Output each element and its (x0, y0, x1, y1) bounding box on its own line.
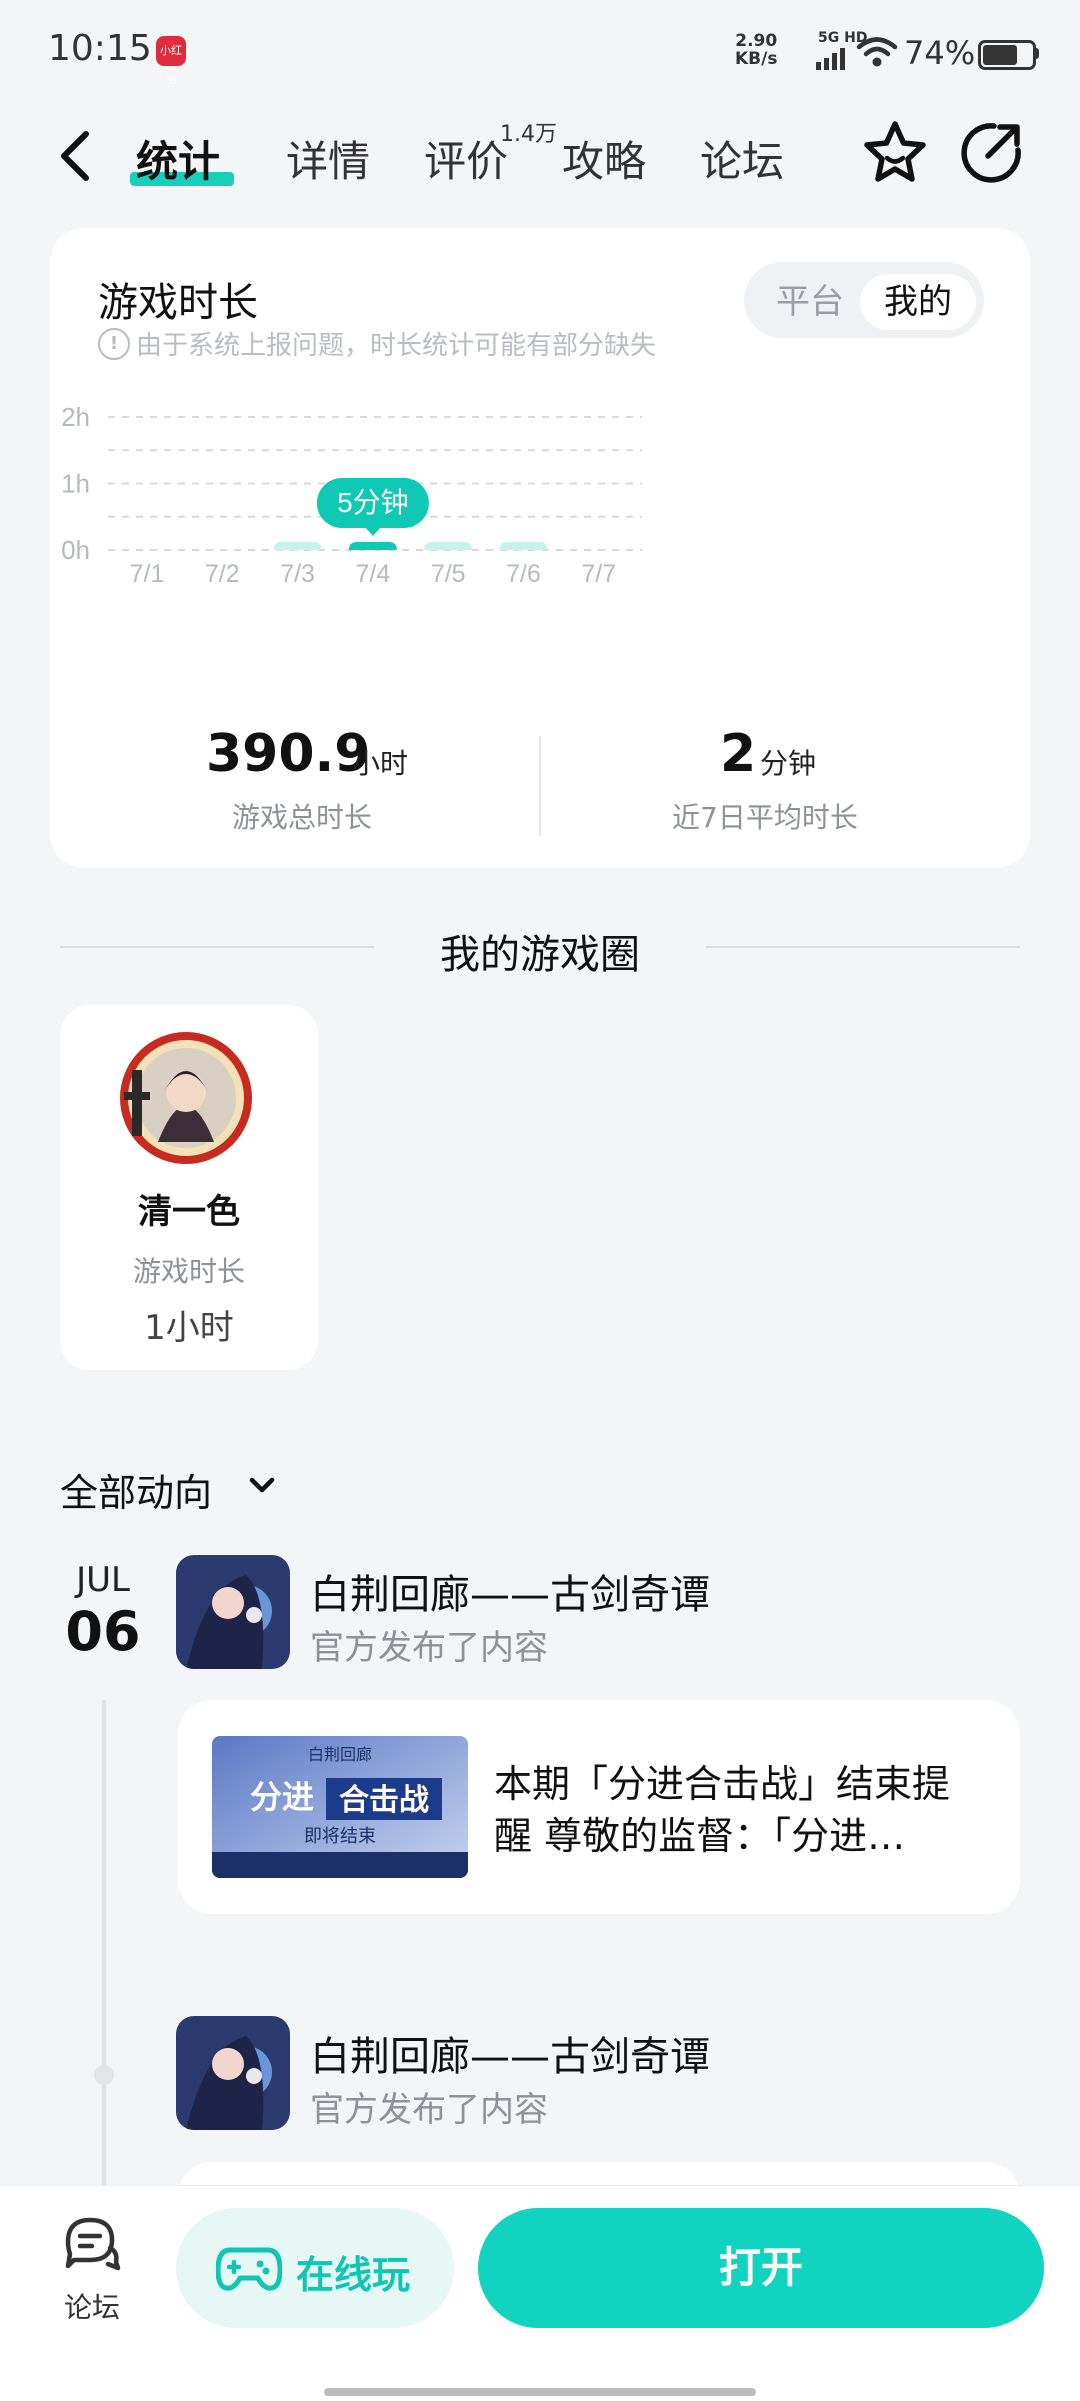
toggle-platform[interactable]: 平台 (760, 274, 860, 330)
thumb-subtitle: 即将结束 (304, 1826, 376, 1846)
feed-item-title[interactable]: 白荆回廊——古剑奇谭 (310, 2024, 710, 2082)
forum-label[interactable]: 论坛 (40, 2286, 144, 2326)
total-playtime-label: 游戏总时长 (232, 801, 373, 834)
thumb-title-b: 合击战 (339, 1783, 429, 1817)
avg-playtime-label: 近7日平均时长 (672, 801, 858, 834)
chart-bar (424, 542, 473, 550)
info-icon: ! (98, 328, 130, 360)
x-tick-label: 7/1 (130, 560, 165, 588)
status-time: 10:15 (48, 28, 152, 69)
game-circle-value: 1小时 (144, 1308, 234, 1348)
battery-tip (1034, 48, 1039, 59)
total-playtime-unit: 小时 (352, 747, 409, 780)
playtime-notice: 由于系统上报问题，时长统计可能有部分缺失 (136, 331, 657, 361)
tab-details[interactable]: 详情 (286, 128, 370, 189)
playtime-chart: 0h 1h 2h 7/1 7/2 7/3 7/4 7/5 7/6 7/7 5分钟 (61, 402, 642, 588)
gamepad-icon (216, 2247, 282, 2291)
thumb-title-a: 分进 (250, 1779, 314, 1815)
toggle-mine[interactable]: 我的 (860, 274, 976, 330)
tab-reviews[interactable]: 评价 (424, 128, 508, 189)
back-icon[interactable] (56, 128, 96, 184)
game-circle-title: 我的游戏圈 (440, 932, 640, 978)
feed-filter-dropdown[interactable]: 全部动向 (60, 1462, 212, 1517)
total-playtime-value: 390.9 (206, 724, 371, 784)
chart-bar (273, 542, 322, 550)
game-icon[interactable] (176, 2016, 290, 2130)
post-thumbnail: 白荆回廊 分进 合击战 即将结束 (212, 1736, 468, 1878)
x-tick-label: 7/7 (581, 560, 616, 588)
reviews-count: 1.4万 (500, 122, 557, 147)
chart-bar (348, 542, 397, 550)
feed-item-title[interactable]: 白荆回廊——古剑奇谭 (310, 1562, 710, 1620)
avg-playtime-unit: 分钟 (760, 747, 817, 780)
timeline-line (102, 1700, 106, 2200)
chart-tooltip-arrow (364, 527, 381, 536)
network-speed: 2.90 KB/s (735, 31, 778, 69)
play-online-label[interactable]: 在线玩 (296, 2244, 410, 2299)
feed-date-month: JUL (76, 1560, 130, 1600)
forum-icon[interactable] (60, 2214, 122, 2272)
game-avatar (120, 1032, 252, 1164)
game-icon[interactable] (176, 1555, 290, 1669)
x-tick-label: 7/3 (280, 560, 315, 588)
home-indicator[interactable] (324, 2388, 756, 2396)
share-icon[interactable] (958, 120, 1024, 186)
post-text[interactable]: 本期「分进合击战」结束提醒 尊敬的监督：「分进… (494, 1758, 980, 1862)
chart-tooltip-label: 5分钟 (337, 487, 409, 518)
tab-forum[interactable]: 论坛 (700, 128, 784, 189)
signal-icon (816, 48, 845, 70)
feed-item-subtitle: 官方发布了内容 (310, 2090, 548, 2130)
tab-guides[interactable]: 攻略 (562, 128, 646, 189)
avg-playtime-value: 2 (720, 724, 757, 784)
battery-icon (978, 40, 1036, 70)
y-tick-label: 1h (61, 469, 90, 499)
feed-date-day: 06 (65, 1600, 141, 1663)
tab-stats[interactable]: 统计 (136, 128, 220, 189)
playtime-title: 游戏时长 (98, 280, 258, 326)
game-circle-name: 清一色 (138, 1192, 240, 1232)
feed-item-subtitle: 官方发布了内容 (310, 1628, 548, 1668)
notification-app-icon: 小红书 (156, 36, 186, 87)
x-tick-label: 7/5 (431, 560, 466, 588)
chart-bar (499, 542, 548, 550)
wifi-icon (856, 37, 898, 67)
open-button[interactable]: 打开 (478, 2208, 1044, 2328)
y-tick-label: 0h (61, 535, 90, 565)
x-tick-label: 7/4 (356, 560, 391, 588)
star-icon[interactable] (860, 118, 930, 188)
x-tick-label: 7/6 (506, 560, 541, 588)
stats-divider (539, 736, 541, 836)
y-tick-label: 2h (61, 402, 90, 432)
game-circle-sublabel: 游戏时长 (132, 1255, 245, 1288)
battery-percent: 74% (904, 34, 976, 72)
x-tick-label: 7/2 (205, 560, 240, 588)
chevron-down-icon[interactable] (246, 1470, 278, 1502)
thumb-brand: 白荆回廊 (308, 1746, 372, 1764)
timeline-dot (94, 2065, 114, 2085)
